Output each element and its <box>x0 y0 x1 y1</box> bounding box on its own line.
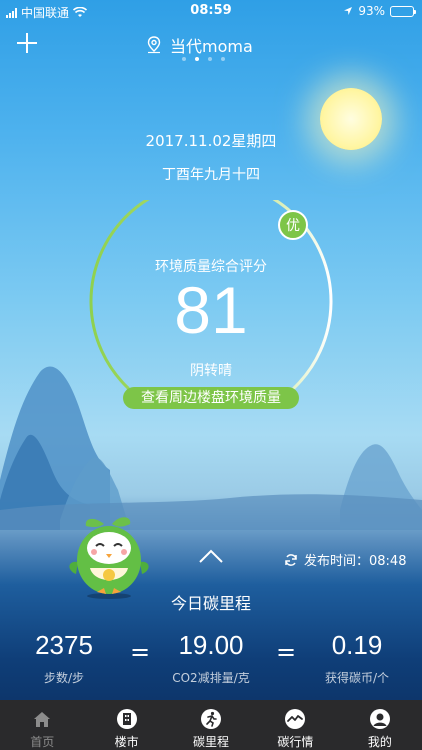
add-city-button[interactable] <box>14 30 40 56</box>
coins-label: 获得碳币/个 <box>324 671 390 685</box>
page-indicator <box>182 57 225 61</box>
status-right: 93% <box>343 4 416 18</box>
co2-label: CO2减排量/克 <box>172 671 250 685</box>
location-name: 当代moma <box>170 37 253 56</box>
tab-label: 碳里程 <box>193 735 230 749</box>
publish-time-label: 发布时间：08:48 <box>304 554 407 569</box>
co2-stat: 19.00 CO2减排量/克 <box>156 630 266 686</box>
page-dot <box>182 57 186 61</box>
tab-bar: 首页 楼市 碳里程 碳行情 我的 <box>0 700 422 750</box>
trend-icon <box>285 709 306 729</box>
equals-sign: = <box>130 638 151 666</box>
tab-carbon-mileage[interactable]: 碳里程 <box>169 700 253 750</box>
tab-mine[interactable]: 我的 <box>338 700 422 750</box>
tab-label: 首页 <box>30 735 55 749</box>
today-carbon-title: 今日碳里程 <box>170 594 251 613</box>
battery-icon <box>390 5 416 17</box>
check-surrounding-button[interactable]: 查看周边楼盘环境质量 <box>123 387 299 409</box>
battery-percent: 93% <box>358 4 385 18</box>
tab-market[interactable]: 楼市 <box>84 700 168 750</box>
page-dot <box>208 57 212 61</box>
steps-label: 步数/步 <box>43 671 85 685</box>
lunar-date: 丁酉年九月十四 <box>162 167 260 183</box>
tab-home[interactable]: 首页 <box>0 700 84 750</box>
building-icon <box>116 709 137 729</box>
status-bar: 中国联通 08:59 93% <box>0 0 422 22</box>
gregorian-date: 2017.11.02星期四 <box>145 132 277 150</box>
publish-time: 发布时间：08:48 <box>284 550 406 569</box>
coins-value: 0.19 <box>331 630 383 660</box>
quality-badge: 优 <box>278 210 308 240</box>
tab-label: 我的 <box>367 735 392 749</box>
tab-label: 楼市 <box>114 735 139 749</box>
co2-value: 19.00 <box>178 630 244 660</box>
home-icon <box>34 712 51 727</box>
tab-label: 碳行情 <box>277 735 314 749</box>
environment-score: 81 <box>174 273 248 347</box>
coins-stat: 0.19 获得碳币/个 <box>314 630 400 686</box>
tab-carbon-market[interactable]: 碳行情 <box>253 700 337 750</box>
runner-icon <box>201 709 222 729</box>
page-dot-active <box>195 57 199 61</box>
refresh-icon[interactable] <box>284 553 298 567</box>
weather-text: 阴转晴 <box>190 363 232 379</box>
mascot-illustration <box>69 517 149 599</box>
chevron-up-icon[interactable] <box>198 548 224 564</box>
location-selector[interactable]: 当代moma <box>146 33 253 57</box>
steps-stat: 2375 步数/步 <box>16 630 112 686</box>
steps-value: 2375 <box>35 630 93 660</box>
user-icon <box>369 709 390 729</box>
equals-sign: = <box>276 638 297 666</box>
location-pin-icon <box>147 36 161 54</box>
location-arrow-icon <box>344 7 353 15</box>
page-dot <box>221 57 225 61</box>
